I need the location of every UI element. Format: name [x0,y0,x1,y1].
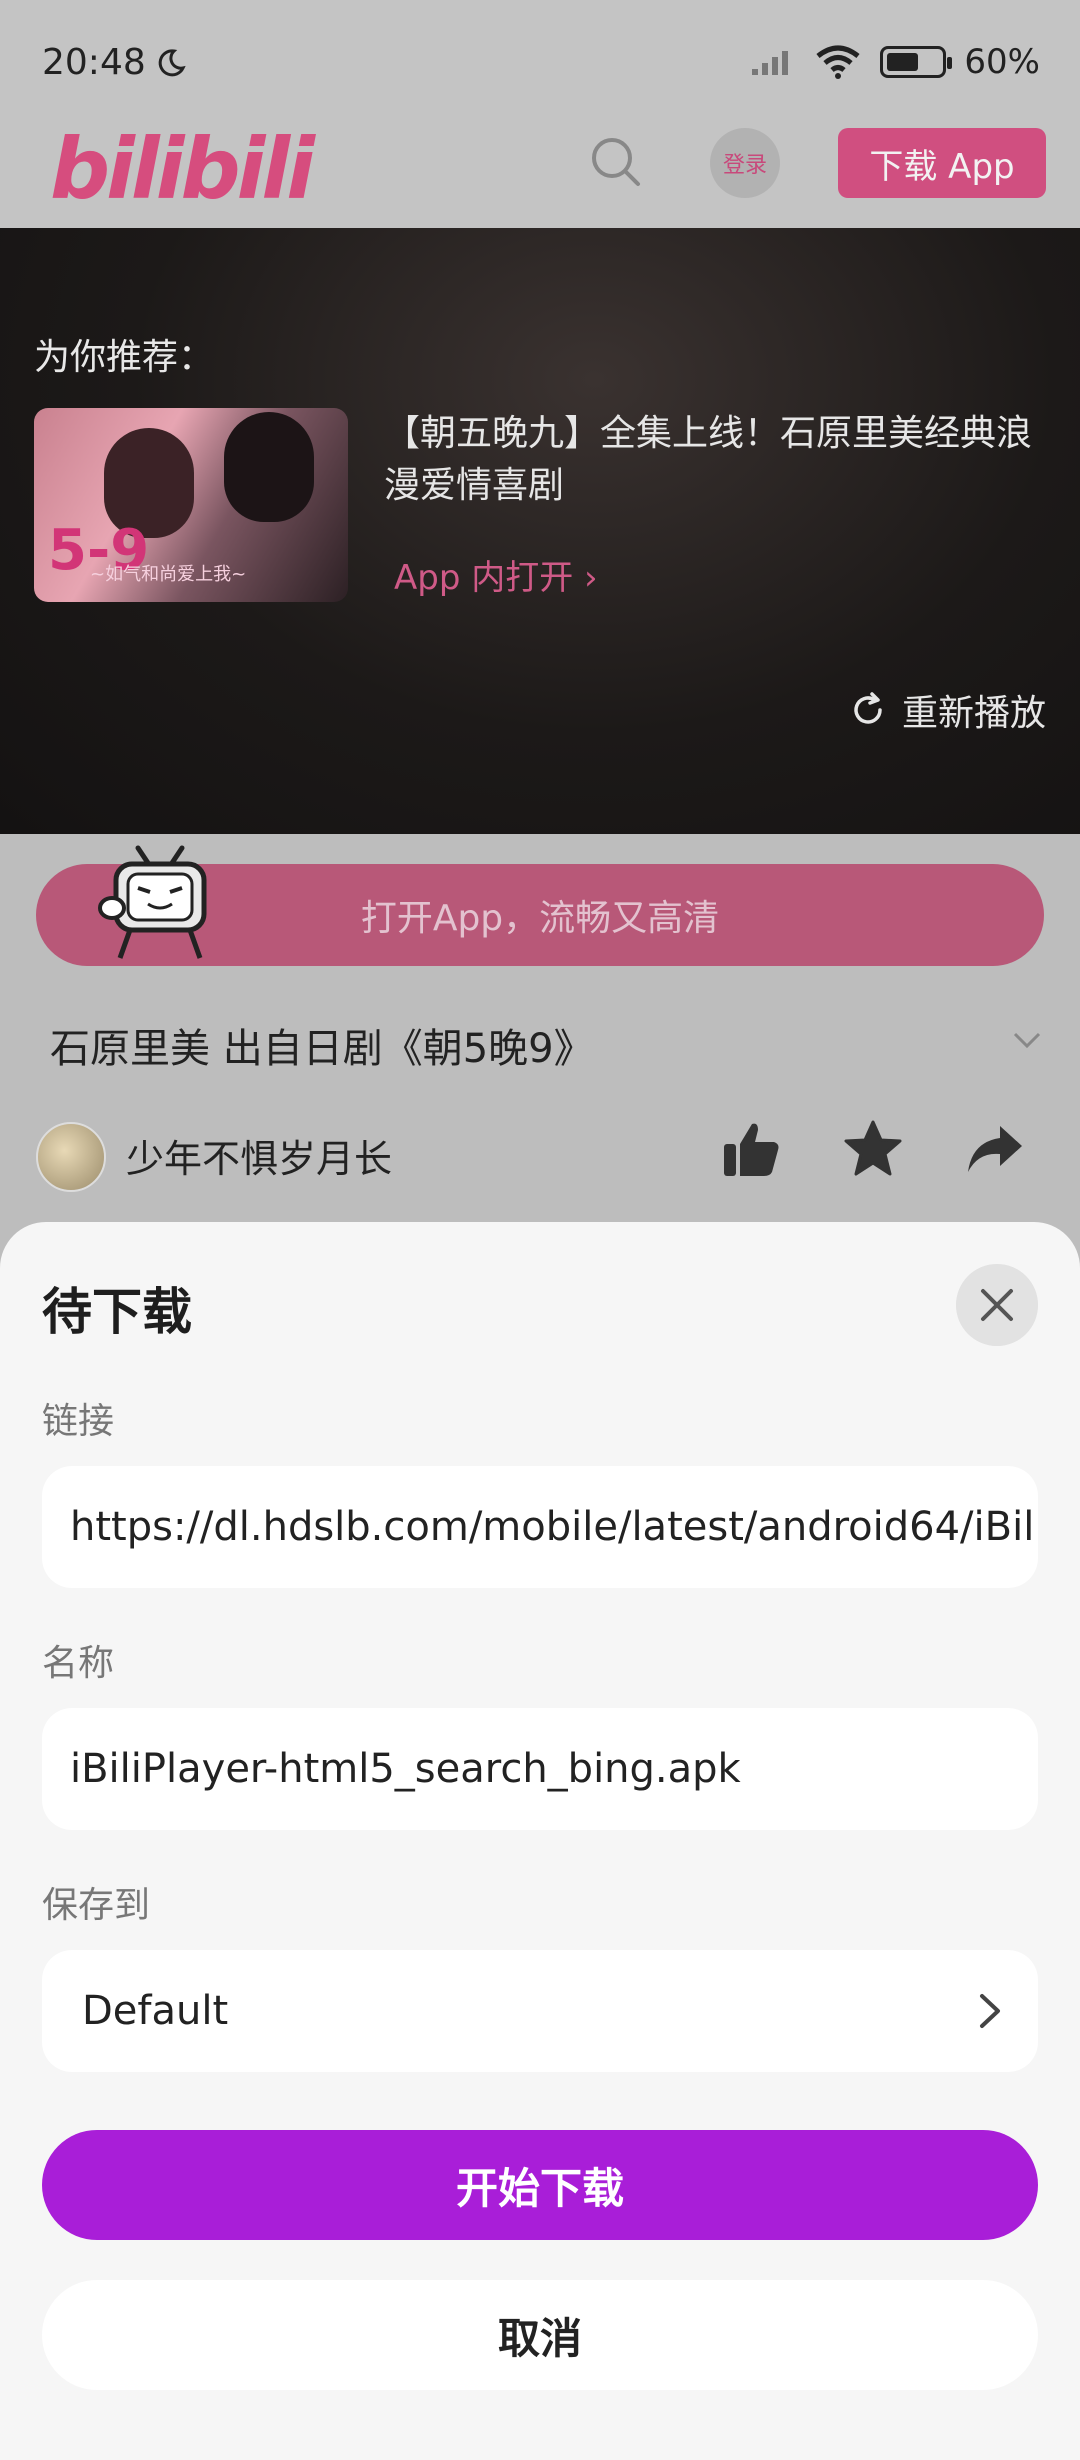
bilibili-logo[interactable]: bilibili [50,120,315,218]
status-time: 20:48 [42,42,186,83]
chevron-down-icon[interactable] [1012,1030,1042,1050]
login-button[interactable]: 登录 [710,128,780,198]
site-header: bilibili 登录 下载 App [0,120,1080,230]
moon-icon [158,48,186,76]
search-icon[interactable] [588,134,642,188]
replay-icon [854,692,882,724]
chevron-right-icon [980,1994,1000,2028]
video-title: 石原里美 出自日剧《朝5晚9》 [50,1026,594,1072]
status-icons: 60% [750,42,1040,82]
like-icon[interactable] [720,1118,782,1180]
link-value: https://dl.hdslb.com/mobile/latest/andro… [70,1504,1038,1550]
save-location-select[interactable]: Default [42,1950,1038,2072]
download-app-button[interactable]: 下载 App [838,128,1046,198]
open-in-app-link[interactable]: App 内打开 › [394,550,598,599]
video-player[interactable]: 为你推荐： 5-9 ~如气和尚爱上我~ 【朝五晚九】全集上线！石原里美经典浪漫爱… [0,228,1080,834]
cancel-button[interactable]: 取消 [42,2280,1038,2390]
link-field[interactable]: https://dl.hdslb.com/mobile/latest/andro… [42,1466,1038,1588]
replay-label: 重新播放 [901,693,1046,734]
signal-icon [752,51,789,75]
save-location-value: Default [82,1988,229,2034]
close-icon[interactable] [956,1264,1038,1346]
name-value: iBiliPlayer-html5_search_bing.apk [70,1746,741,1792]
recommend-label: 为你推荐： [34,337,215,378]
battery-icon [880,46,953,78]
link-label: 链接 [42,1401,115,1442]
recommend-thumbnail[interactable]: 5-9 ~如气和尚爱上我~ [34,408,348,602]
tv-mascot-icon [98,845,207,959]
replay-button[interactable]: 重新播放 [848,684,1046,736]
download-sheet: 待下载 链接 https://dl.hdslb.com/mobile/lates… [0,1222,1080,2460]
author-avatar[interactable] [36,1122,106,1192]
thumbnail-subtext: ~如气和尚爱上我~ [90,564,247,585]
battery-percent: 60% [964,42,1040,82]
status-bar: 20:48 60% [0,0,1080,120]
start-download-button[interactable]: 开始下载 [42,2130,1038,2240]
action-bar [720,1118,1026,1180]
wifi-icon [816,45,860,79]
sheet-title: 待下载 [42,1283,192,1341]
name-label: 名称 [42,1643,115,1684]
author-name[interactable]: 少年不惧岁月长 [126,1128,392,1183]
name-field[interactable]: iBiliPlayer-html5_search_bing.apk [42,1708,1038,1830]
save-to-label: 保存到 [42,1885,151,1926]
favorite-star-icon[interactable] [842,1118,904,1180]
time-text: 20:48 [42,42,146,83]
share-icon[interactable] [964,1118,1026,1180]
recommend-title[interactable]: 【朝五晚九】全集上线！石原里美经典浪漫爱情喜剧 [384,408,1044,512]
